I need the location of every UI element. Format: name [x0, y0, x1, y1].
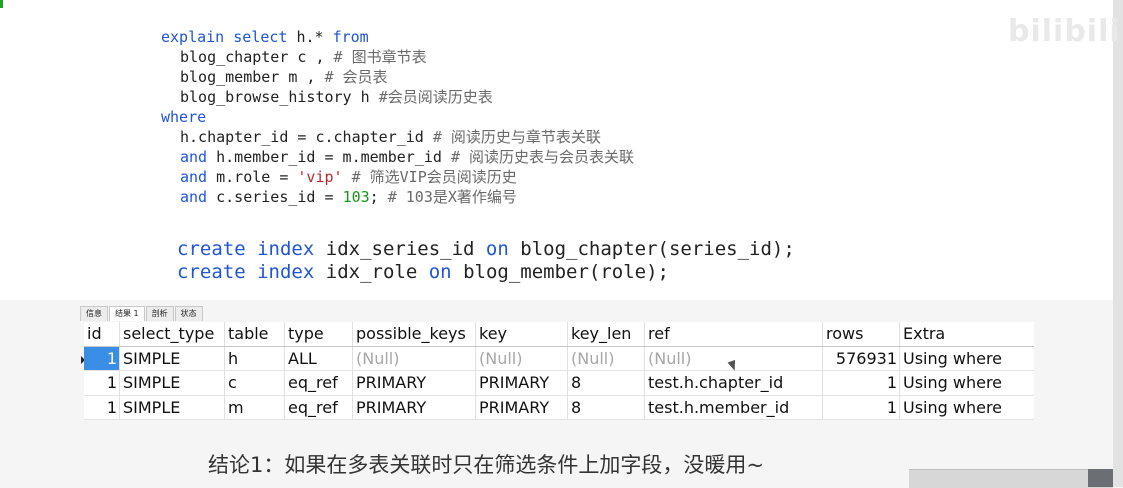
- video-caption: 结论1：如果在多表关联时只在筛选条件上加字段，没暖用~: [208, 453, 764, 477]
- cell-table[interactable]: c: [225, 371, 285, 395]
- cell-key-len[interactable]: (Null): [568, 346, 645, 370]
- cell-type[interactable]: eq_ref: [285, 371, 353, 395]
- cell-id[interactable]: 1: [84, 346, 120, 370]
- sql-line-3: blog_member m , # 会员表: [180, 68, 388, 86]
- table-row[interactable]: 1 SIMPLE c eq_ref PRIMARY PRIMARY 8 test…: [84, 371, 1034, 396]
- tab-info[interactable]: 信息: [80, 306, 108, 321]
- cell-table[interactable]: m: [225, 395, 285, 419]
- cell-id[interactable]: 1: [84, 395, 120, 419]
- sql-line-4: blog_browse_history h #会员阅读历史表: [180, 88, 493, 106]
- cell-rows[interactable]: 1: [823, 371, 900, 395]
- cell-rows[interactable]: 576931: [823, 346, 900, 370]
- sql-line-6: h.chapter_id = c.chapter_id # 阅读历史与章节表关联: [180, 128, 601, 146]
- sql-line-1: explain select h.* from: [161, 28, 369, 46]
- tab-profile[interactable]: 剖析: [145, 306, 174, 321]
- tab-result-1[interactable]: 结果 1: [109, 306, 145, 321]
- create-index-statements: create index idx_series_id on blog_chapt…: [177, 238, 795, 284]
- sql-line-8: and m.role = 'vip' # 筛选VIP会员阅读历史: [180, 168, 517, 186]
- header-id[interactable]: id: [84, 322, 120, 346]
- cell-select-type[interactable]: SIMPLE: [120, 395, 225, 419]
- explain-query: explain select h.* from blog_chapter c ,…: [161, 27, 634, 207]
- cell-key[interactable]: PRIMARY: [476, 371, 568, 395]
- grid-header-row: id select_type table type possible_keys …: [84, 322, 1034, 347]
- webcam-thumbnail: [1088, 469, 1113, 487]
- header-type[interactable]: type: [285, 322, 353, 346]
- scrollbar-strip[interactable]: [1113, 0, 1123, 487]
- header-ref[interactable]: ref: [645, 322, 823, 346]
- index-line-1: create index idx_series_id on blog_chapt…: [177, 238, 795, 260]
- cell-key[interactable]: PRIMARY: [476, 395, 568, 419]
- header-table[interactable]: table: [225, 322, 285, 346]
- result-tabs: 信息 结果 1 剖析 状态: [80, 306, 204, 322]
- bilibili-logo: bilibili: [1008, 14, 1121, 49]
- cell-id[interactable]: 1: [84, 371, 120, 395]
- header-select-type[interactable]: select_type: [120, 322, 225, 346]
- sql-line-5: where: [161, 108, 207, 126]
- cell-table[interactable]: h: [225, 346, 285, 370]
- sql-line-2: blog_chapter c , # 图书章节表: [180, 48, 427, 66]
- header-key-len[interactable]: key_len: [568, 322, 645, 346]
- header-extra[interactable]: Extra: [900, 322, 1034, 346]
- video-thumbnail: [909, 469, 1113, 488]
- cell-key-len[interactable]: 8: [568, 371, 645, 395]
- table-row[interactable]: 1 SIMPLE m eq_ref PRIMARY PRIMARY 8 test…: [84, 395, 1034, 420]
- cell-key-len[interactable]: 8: [568, 395, 645, 419]
- cell-select-type[interactable]: SIMPLE: [120, 346, 225, 370]
- cell-possible-keys[interactable]: PRIMARY: [353, 371, 476, 395]
- cell-rows[interactable]: 1: [823, 395, 900, 419]
- cell-key[interactable]: (Null): [476, 346, 568, 370]
- cell-extra[interactable]: Using where: [900, 347, 1034, 371]
- sql-line-9: and c.series_id = 103; # 103是X著作编号: [180, 188, 517, 206]
- cell-type[interactable]: eq_ref: [285, 395, 353, 419]
- tab-status[interactable]: 状态: [174, 306, 203, 321]
- cell-possible-keys[interactable]: (Null): [353, 346, 476, 370]
- corner-marker: [0, 0, 3, 8]
- cell-extra[interactable]: Using where: [900, 371, 1034, 395]
- cell-type[interactable]: ALL: [285, 346, 353, 370]
- cell-select-type[interactable]: SIMPLE: [120, 371, 225, 395]
- header-possible-keys[interactable]: possible_keys: [353, 322, 476, 346]
- index-line-2: create index idx_role on blog_member(rol…: [177, 261, 669, 283]
- explain-result-grid[interactable]: id select_type table type possible_keys …: [84, 322, 1034, 420]
- header-key[interactable]: key: [476, 322, 568, 346]
- cell-possible-keys[interactable]: PRIMARY: [353, 395, 476, 419]
- cell-ref[interactable]: test.h.member_id: [645, 395, 823, 419]
- sql-line-7: and h.member_id = m.member_id # 阅读历史表与会员…: [180, 148, 635, 166]
- header-rows[interactable]: rows: [823, 322, 900, 346]
- table-row[interactable]: 1 SIMPLE h ALL (Null) (Null) (Null) (Nul…: [84, 346, 1034, 371]
- cell-ref[interactable]: test.h.chapter_id: [645, 371, 823, 395]
- cell-extra[interactable]: Using where: [900, 396, 1034, 420]
